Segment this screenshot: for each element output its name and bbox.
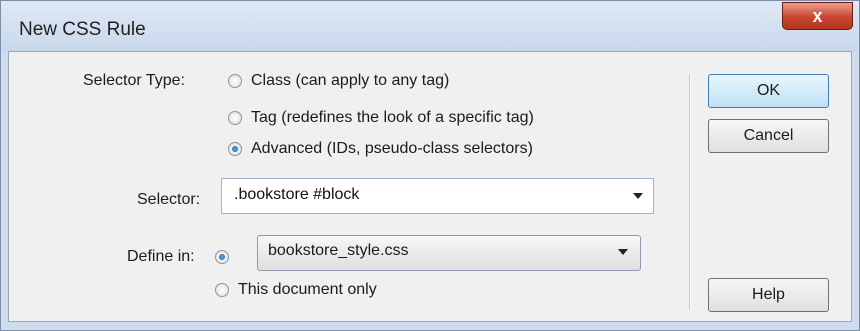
close-icon: x [812, 5, 823, 26]
radio-define-in-file[interactable] [215, 250, 229, 264]
help-button[interactable]: Help [708, 278, 829, 312]
help-button-label: Help [752, 286, 785, 303]
dialog-title: New CSS Rule [19, 19, 146, 40]
define-in-file-select[interactable]: bookstore_style.css [257, 235, 641, 271]
cancel-button-label: Cancel [743, 127, 794, 144]
chevron-down-icon[interactable] [633, 193, 643, 199]
divider [689, 74, 691, 310]
define-in-label: Define in: [127, 248, 195, 265]
ok-button-label: OK [756, 82, 781, 99]
radio-class[interactable]: Class (can apply to any tag) [228, 72, 449, 90]
radio-tag-button[interactable] [228, 111, 242, 125]
radio-this-document-only[interactable]: This document only [215, 281, 377, 299]
define-in-file-value: bookstore_style.css [268, 242, 409, 259]
radio-this-document-button[interactable] [215, 283, 229, 297]
title-bar: New CSS Rule x [1, 1, 859, 51]
selector-type-label: Selector Type: [83, 72, 185, 89]
cancel-button[interactable]: Cancel [708, 119, 829, 153]
chevron-down-icon [618, 249, 628, 255]
radio-advanced-button[interactable] [228, 142, 242, 156]
radio-this-document-label: This document only [238, 281, 377, 298]
dialog-content: Selector Type: Class (can apply to any t… [8, 51, 852, 322]
close-button[interactable]: x [782, 2, 853, 30]
radio-advanced-label: Advanced (IDs, pseudo-class selectors) [251, 140, 533, 157]
radio-advanced[interactable]: Advanced (IDs, pseudo-class selectors) [228, 140, 533, 158]
radio-tag-label: Tag (redefines the look of a specific ta… [251, 109, 534, 126]
radio-class-label: Class (can apply to any tag) [251, 72, 450, 89]
new-css-rule-dialog: New CSS Rule x Selector Type: Class (can… [0, 0, 860, 331]
selector-input-value: .bookstore #block [234, 186, 360, 203]
selector-label: Selector: [137, 191, 201, 208]
ok-button[interactable]: OK [708, 74, 829, 108]
selector-input[interactable]: .bookstore #block [221, 178, 654, 214]
radio-class-button[interactable] [228, 74, 242, 88]
radio-tag[interactable]: Tag (redefines the look of a specific ta… [228, 109, 534, 127]
